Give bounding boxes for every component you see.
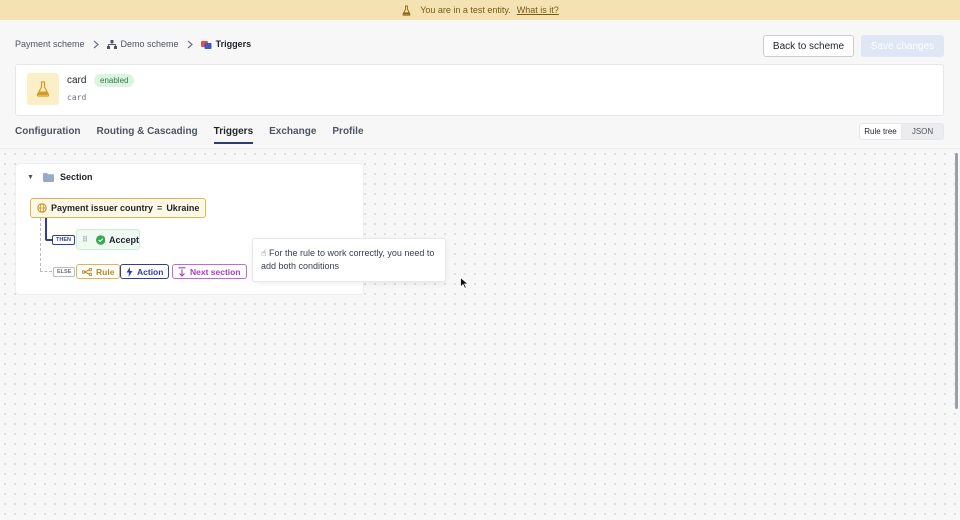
tab-exchange[interactable]: Exchange	[269, 126, 316, 144]
conditions-tooltip: ☝ For the rule to work correctly, you ne…	[252, 238, 446, 282]
add-action-label: Action	[137, 266, 164, 277]
tab-configuration[interactable]: Configuration	[15, 126, 81, 144]
arrow-down-to-line-icon	[178, 266, 186, 277]
caret-down-icon[interactable]: ▼	[27, 174, 34, 181]
breadcrumb-triggers-label: Triggers	[215, 39, 252, 49]
tab-bar: Configuration Routing & Cascading Trigge…	[15, 126, 380, 144]
branch-icon	[82, 267, 92, 276]
view-toggle: Rule tree JSON	[859, 123, 944, 140]
check-circle-icon	[95, 234, 105, 245]
canvas-scrollbar[interactable]	[955, 153, 958, 409]
tooltip-text: For the rule to work correctly, you need…	[261, 248, 435, 271]
tab-routing-cascading[interactable]: Routing & Cascading	[97, 126, 198, 144]
breadcrumb: Payment scheme Demo scheme Triggers	[15, 38, 251, 50]
else-connector	[40, 218, 41, 271]
chevron-right-icon	[185, 39, 195, 49]
else-connector-h	[40, 271, 52, 272]
section-title: Section	[59, 172, 93, 182]
entity-name: card	[67, 75, 87, 86]
tab-triggers[interactable]: Triggers	[213, 126, 254, 144]
triggers-icon	[200, 40, 212, 49]
json-toggle[interactable]: JSON	[902, 124, 943, 139]
else-tag: ELSE	[53, 267, 76, 277]
drag-handle-icon[interactable]: ⠿	[82, 235, 90, 243]
breadcrumb-triggers: Triggers	[200, 39, 252, 49]
chevron-right-icon	[91, 39, 101, 49]
add-action-button[interactable]: Action	[120, 264, 170, 279]
breadcrumb-demo-scheme-label: Demo scheme	[120, 39, 179, 49]
then-tag: THEN	[52, 235, 75, 245]
pointing-up-icon: ☝	[261, 248, 267, 258]
add-rule-button[interactable]: Rule	[76, 264, 121, 279]
accept-action-chip[interactable]: ⠿ Accept	[76, 229, 140, 250]
flask-icon	[402, 4, 411, 16]
back-to-scheme-button[interactable]: Back to scheme	[763, 35, 854, 57]
test-entity-banner: You are in a test entity. What is it?	[0, 0, 960, 20]
accept-label: Accept	[108, 234, 139, 245]
next-section-button[interactable]: Next section	[172, 264, 247, 279]
next-section-label: Next section	[190, 266, 241, 277]
entity-card: card enabled card	[15, 64, 944, 116]
mouse-cursor-icon	[460, 277, 469, 289]
then-connector	[45, 218, 47, 240]
hierarchy-icon	[106, 39, 117, 49]
condition-field: Payment issuer country	[51, 203, 154, 213]
banner-text: You are in a test entity.	[420, 5, 511, 15]
status-badge: enabled	[94, 74, 135, 87]
entity-flask-icon	[27, 73, 59, 105]
add-rule-label: Rule	[96, 266, 115, 277]
banner-what-is-it-link[interactable]: What is it?	[517, 5, 559, 15]
rule-tree-toggle[interactable]: Rule tree	[860, 124, 902, 139]
condition-operator: =	[157, 203, 163, 213]
folder-icon	[42, 172, 54, 182]
save-changes-button[interactable]: Save changes	[861, 35, 944, 57]
tab-profile[interactable]: Profile	[332, 126, 363, 144]
lightning-icon	[126, 266, 133, 277]
globe-icon	[37, 203, 47, 213]
breadcrumb-demo-scheme[interactable]: Demo scheme	[106, 39, 179, 49]
section-header[interactable]: ▼ Section	[27, 172, 92, 182]
breadcrumb-payment-scheme[interactable]: Payment scheme	[15, 39, 85, 49]
condition-chip[interactable]: Payment issuer country = Ukraine	[30, 198, 207, 218]
condition-value: Ukraine	[166, 203, 200, 213]
entity-subtitle: card	[67, 93, 87, 102]
